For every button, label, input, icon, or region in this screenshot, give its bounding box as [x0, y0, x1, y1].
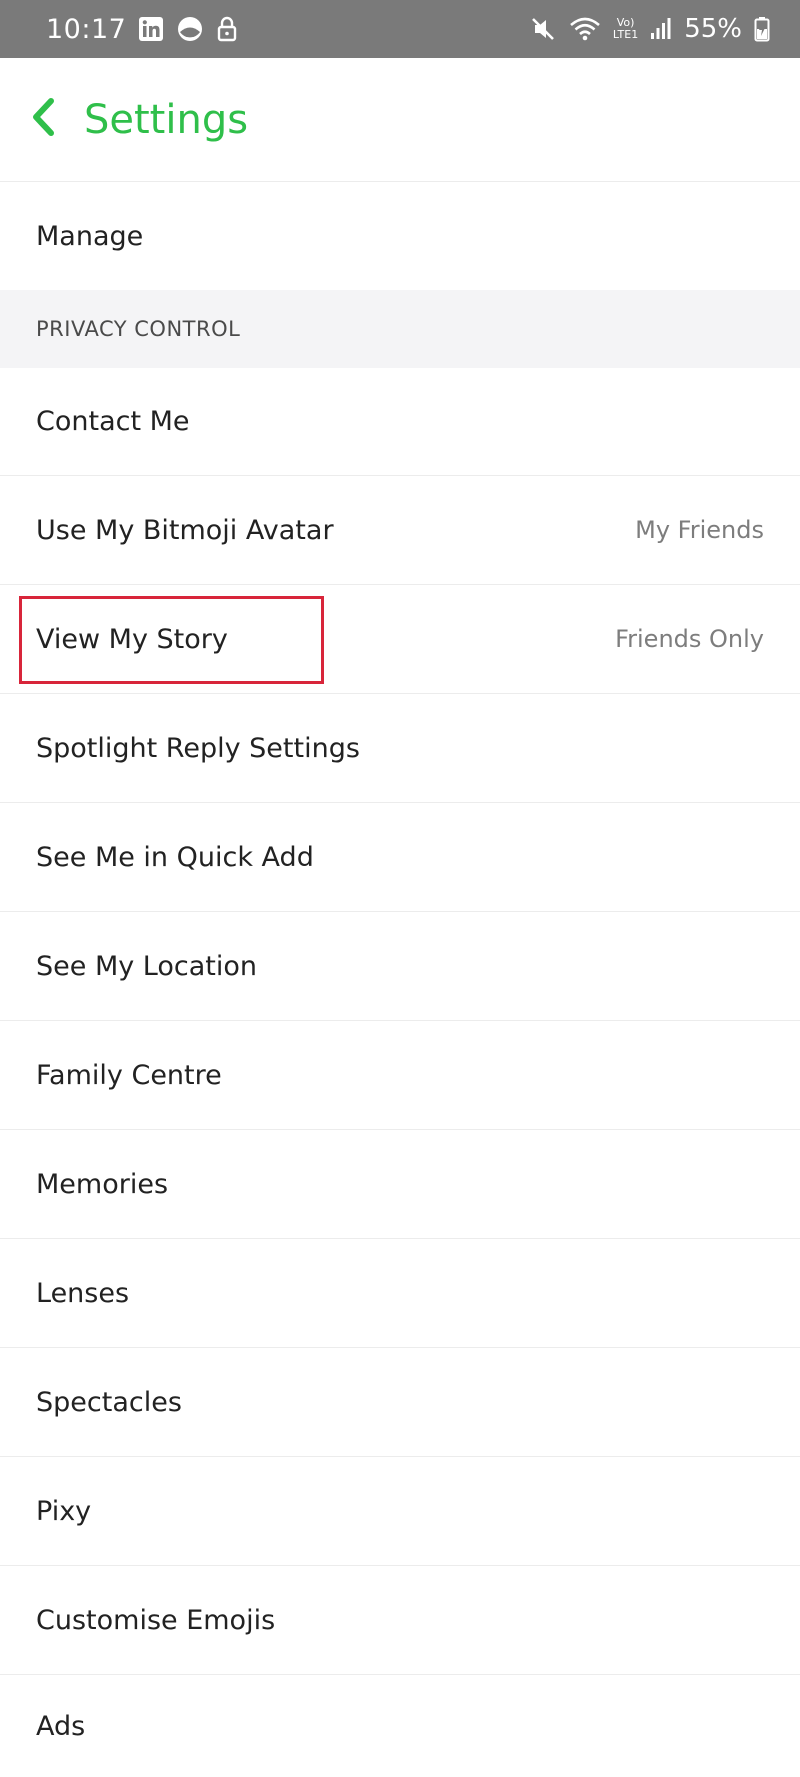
chevron-left-icon: [30, 97, 56, 142]
settings-item-memories[interactable]: Memories: [0, 1130, 800, 1239]
settings-item-contact-me[interactable]: Contact Me: [0, 368, 800, 476]
status-left: 10:17: [46, 14, 238, 45]
settings-item-value: My Friends: [635, 516, 764, 544]
status-right: Vo) LTE1 55%: [529, 14, 770, 44]
linkedin-icon: [138, 16, 164, 42]
settings-item-label: Ads: [36, 1710, 86, 1742]
settings-item-label: Memories: [36, 1168, 169, 1200]
section-header-privacy-control: PRIVACY CONTROL: [0, 290, 800, 368]
wifi-icon: [569, 16, 601, 42]
settings-item-label: Use My Bitmoji Avatar: [36, 514, 334, 546]
lock-icon: [216, 16, 238, 42]
settings-item-label: Spotlight Reply Settings: [36, 732, 360, 764]
settings-item-pixy[interactable]: Pixy: [0, 1457, 800, 1566]
volte-icon: Vo) LTE1: [612, 16, 639, 41]
settings-item-manage[interactable]: Manage: [0, 182, 800, 290]
settings-item-lenses[interactable]: Lenses: [0, 1239, 800, 1348]
status-time: 10:17: [46, 13, 127, 45]
settings-item-view-my-story[interactable]: View My Story Friends Only: [0, 585, 800, 694]
settings-item-ads[interactable]: Ads: [0, 1675, 800, 1777]
settings-item-label: Contact Me: [36, 406, 190, 437]
app-notification-icon: [176, 15, 204, 43]
settings-item-value: Friends Only: [615, 625, 764, 653]
battery-percent: 55%: [684, 14, 742, 44]
battery-charging-icon: [754, 16, 770, 42]
settings-item-see-my-location[interactable]: See My Location: [0, 912, 800, 1021]
signal-icon: [650, 17, 672, 41]
header: Settings: [0, 58, 800, 182]
section-title: PRIVACY CONTROL: [36, 317, 241, 341]
settings-item-spectacles[interactable]: Spectacles: [0, 1348, 800, 1457]
settings-item-quick-add[interactable]: See Me in Quick Add: [0, 803, 800, 912]
settings-item-label: View My Story: [36, 623, 228, 655]
status-bar: 10:17 Vo) LTE1 55%: [0, 0, 800, 58]
page-title: Settings: [84, 96, 249, 143]
settings-item-customise-emojis[interactable]: Customise Emojis: [0, 1566, 800, 1675]
settings-item-bitmoji-avatar[interactable]: Use My Bitmoji Avatar My Friends: [0, 476, 800, 585]
settings-item-label: Lenses: [36, 1277, 130, 1309]
settings-item-label: See My Location: [36, 950, 257, 982]
settings-item-label: See Me in Quick Add: [36, 841, 314, 873]
settings-item-family-centre[interactable]: Family Centre: [0, 1021, 800, 1130]
mute-icon: [529, 15, 557, 43]
settings-item-label: Customise Emojis: [36, 1604, 276, 1636]
back-button[interactable]: [30, 97, 56, 142]
settings-item-label: Spectacles: [36, 1386, 182, 1418]
settings-item-label: Pixy: [36, 1495, 92, 1527]
settings-item-label: Manage: [36, 220, 144, 252]
settings-item-label: Family Centre: [36, 1059, 222, 1091]
settings-item-spotlight-reply[interactable]: Spotlight Reply Settings: [0, 694, 800, 803]
